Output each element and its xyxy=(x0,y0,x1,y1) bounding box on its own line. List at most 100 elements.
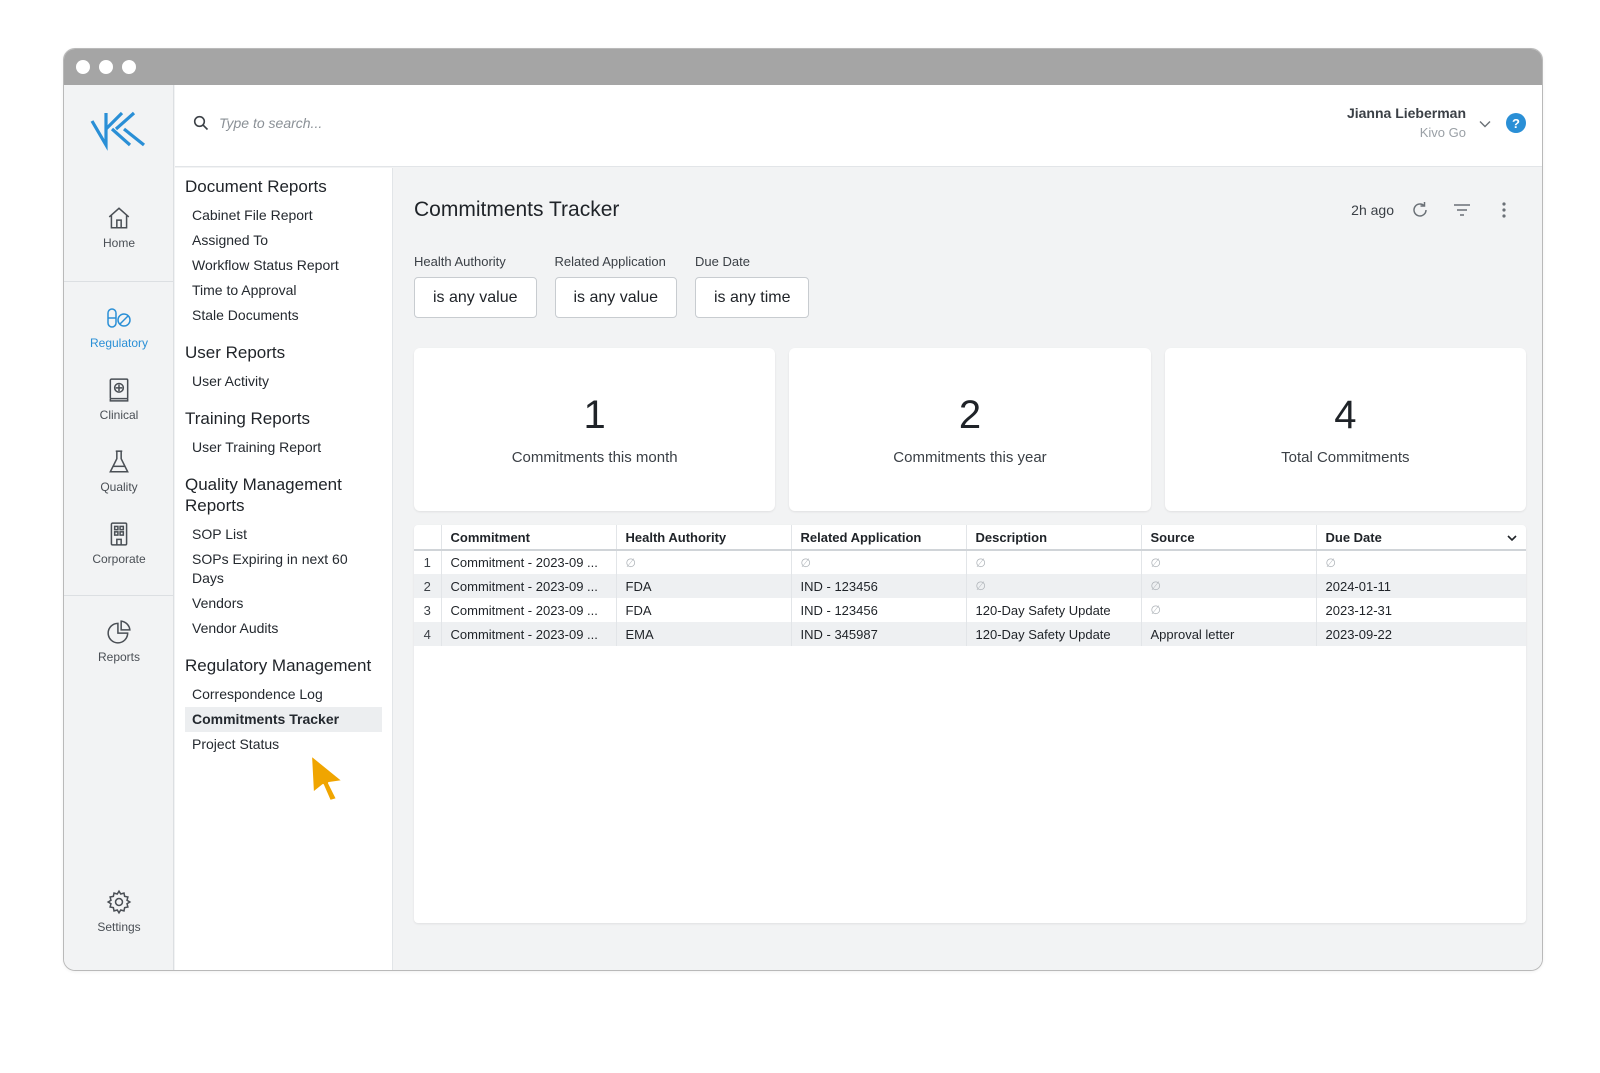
rail-item-clinical[interactable]: Clinical xyxy=(64,377,174,422)
gear-icon xyxy=(106,889,132,915)
filter-label: Related Application xyxy=(554,254,666,269)
rail-item-reports[interactable]: Reports xyxy=(64,619,174,664)
top-header: Jianna Lieberman Kivo Go ? xyxy=(175,85,1542,167)
null-cell[interactable]: ∅ xyxy=(616,550,792,574)
null-cell[interactable]: ∅ xyxy=(791,550,967,574)
reports-nav: Document Reports Cabinet File Report Ass… xyxy=(175,168,393,970)
table-cell[interactable]: FDA xyxy=(616,598,792,622)
search-input[interactable] xyxy=(219,115,519,131)
user-menu[interactable]: Jianna Lieberman Kivo Go xyxy=(1347,105,1466,140)
table-row[interactable]: 1 Commitment - 2023-09 ... ∅ ∅ ∅ ∅ ∅ xyxy=(414,550,1526,574)
nav-link-project-status[interactable]: Project Status xyxy=(185,732,382,757)
chevron-down-icon[interactable] xyxy=(1478,117,1492,131)
nav-link-user-training-report[interactable]: User Training Report xyxy=(185,435,382,460)
rail-item-home[interactable]: Home xyxy=(64,205,174,250)
nav-link-cabinet-file-report[interactable]: Cabinet File Report xyxy=(185,203,382,228)
table-header-row: Commitment Health Authority Related Appl… xyxy=(414,525,1526,551)
nav-link-stale-documents[interactable]: Stale Documents xyxy=(185,303,382,328)
table-cell[interactable]: 2024-01-11 xyxy=(1316,574,1526,598)
rail-item-regulatory[interactable]: Regulatory xyxy=(64,305,174,350)
nav-group-regulatory-management: Regulatory Management Correspondence Log… xyxy=(175,655,392,757)
filter-health-authority: Health Authority is any value xyxy=(414,254,537,318)
rail-item-label: Reports xyxy=(97,650,141,664)
column-header-related-application[interactable]: Related Application xyxy=(791,525,967,551)
card-value: 2 xyxy=(958,393,982,437)
table-cell[interactable]: 120-Day Safety Update xyxy=(966,598,1142,622)
nav-link-assigned-to[interactable]: Assigned To xyxy=(185,228,382,253)
nav-link-sops-expiring[interactable]: SOPs Expiring in next 60 Days xyxy=(185,547,382,591)
rail-item-settings[interactable]: Settings xyxy=(64,889,174,934)
table-cell[interactable]: IND - 123456 xyxy=(791,574,967,598)
table-cell[interactable]: 2023-09-22 xyxy=(1316,622,1526,646)
column-header-due-date[interactable]: Due Date xyxy=(1316,525,1526,551)
column-header-label: Due Date xyxy=(1325,529,1382,545)
table-cell[interactable]: Commitment - 2023-09 ... xyxy=(441,574,617,598)
nav-heading: Document Reports xyxy=(185,177,327,196)
nav-group-document-reports: Document Reports Cabinet File Report Ass… xyxy=(175,176,392,328)
rail-divider xyxy=(64,595,174,596)
filter-health-authority-button[interactable]: is any value xyxy=(414,277,537,318)
rail-item-corporate[interactable]: Corporate xyxy=(64,521,174,566)
null-cell[interactable]: ∅ xyxy=(1316,550,1526,574)
left-rail: Home Regulatory Clinical Quality Corpora… xyxy=(64,85,174,970)
table-cell[interactable]: Commitment - 2023-09 ... xyxy=(441,622,617,646)
card-value: 1 xyxy=(583,393,606,437)
row-number: 2 xyxy=(414,574,442,598)
more-vertical-icon[interactable] xyxy=(1494,200,1514,220)
help-button[interactable]: ? xyxy=(1506,113,1526,133)
table-cell[interactable]: Commitment - 2023-09 ... xyxy=(441,550,617,574)
table-cell[interactable]: IND - 345987 xyxy=(791,622,967,646)
table-cell[interactable]: Commitment - 2023-09 ... xyxy=(441,598,617,622)
clinical-book-icon xyxy=(109,378,129,402)
search-bar[interactable] xyxy=(193,115,519,131)
nav-link-sop-list[interactable]: SOP List xyxy=(185,522,382,547)
table-cell[interactable]: 120-Day Safety Update xyxy=(966,622,1142,646)
null-cell[interactable]: ∅ xyxy=(1141,574,1317,598)
table-cell[interactable]: IND - 123456 xyxy=(791,598,967,622)
column-header-source[interactable]: Source xyxy=(1141,525,1317,551)
chevron-down-icon[interactable] xyxy=(1506,532,1518,544)
nav-link-vendors[interactable]: Vendors xyxy=(185,591,382,616)
window-close-dot[interactable] xyxy=(76,60,90,74)
refresh-icon[interactable] xyxy=(1410,200,1430,220)
rail-item-quality[interactable]: Quality xyxy=(64,449,174,494)
card-commitments-this-year: 2 Commitments this year xyxy=(789,348,1151,511)
filter-icon[interactable] xyxy=(1452,200,1472,220)
null-cell[interactable]: ∅ xyxy=(1141,550,1317,574)
column-header-commitment[interactable]: Commitment xyxy=(441,525,617,551)
rail-item-label: Corporate xyxy=(92,552,146,566)
table-row[interactable]: 2 Commitment - 2023-09 ... FDA IND - 123456… xyxy=(414,574,1526,598)
flask-icon xyxy=(109,450,129,473)
card-total-commitments: 4 Total Commitments xyxy=(1164,348,1526,511)
nav-heading: Quality Management Reports xyxy=(185,475,342,515)
window-minimize-dot[interactable] xyxy=(99,60,113,74)
null-cell[interactable]: ∅ xyxy=(966,574,1142,598)
nav-link-commitments-tracker[interactable]: Commitments Tracker xyxy=(185,707,382,732)
nav-heading: Regulatory Management xyxy=(185,656,372,675)
column-header-health-authority[interactable]: Health Authority xyxy=(616,525,792,551)
null-cell[interactable]: ∅ xyxy=(966,550,1142,574)
nav-link-user-activity[interactable]: User Activity xyxy=(185,369,382,394)
card-label: Commitments this year xyxy=(893,449,1047,466)
filter-label: Health Authority xyxy=(414,254,506,269)
kivo-logo[interactable] xyxy=(90,109,148,151)
nav-link-vendor-audits[interactable]: Vendor Audits xyxy=(185,616,382,641)
table-row[interactable]: 4 Commitment - 2023-09 ... EMA IND - 345987… xyxy=(414,622,1526,646)
table-cell[interactable]: FDA xyxy=(616,574,792,598)
table-cell[interactable]: 2023-12-31 xyxy=(1316,598,1526,622)
nav-heading: User Reports xyxy=(185,343,286,362)
window-maximize-dot[interactable] xyxy=(122,60,136,74)
table-row[interactable]: 3 Commitment - 2023-09 ... FDA IND - 123456… xyxy=(414,598,1526,622)
table-cell[interactable]: EMA xyxy=(616,622,792,646)
table-cell[interactable]: Approval letter xyxy=(1141,622,1317,646)
nav-link-correspondence-log[interactable]: Correspondence Log xyxy=(185,682,382,707)
filter-related-application-button[interactable]: is any value xyxy=(554,277,677,318)
commitments-table: Commitment Health Authority Related Appl… xyxy=(414,525,1526,923)
column-header-description[interactable]: Description xyxy=(966,525,1142,551)
null-cell[interactable]: ∅ xyxy=(1141,598,1317,622)
last-updated: 2h ago xyxy=(1351,202,1394,218)
nav-link-time-to-approval[interactable]: Time to Approval xyxy=(185,278,382,303)
rail-item-label: Settings xyxy=(97,920,141,934)
nav-link-workflow-status-report[interactable]: Workflow Status Report xyxy=(185,253,382,278)
filter-due-date-button[interactable]: is any time xyxy=(695,277,810,318)
